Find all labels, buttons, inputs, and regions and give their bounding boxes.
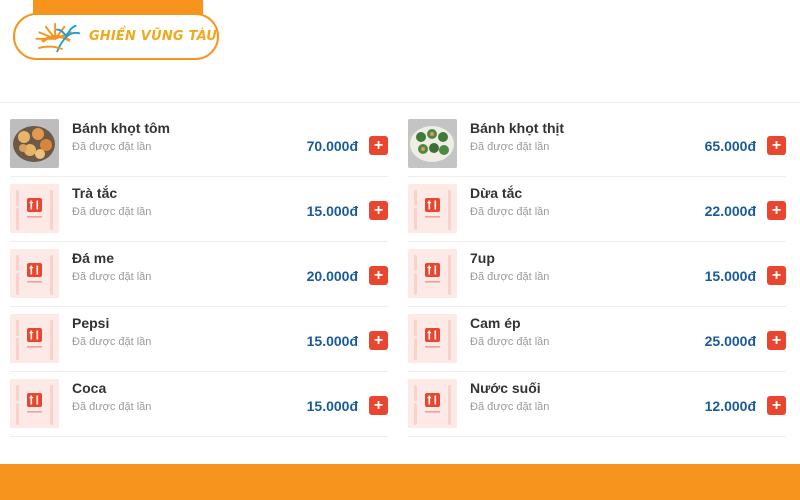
food-photo <box>408 119 457 168</box>
item-price: 65.000đ <box>704 138 756 154</box>
plus-icon: + <box>771 201 782 219</box>
item-price: 22.000đ <box>704 203 756 219</box>
item-price: 70.000đ <box>306 138 358 154</box>
menu-item[interactable]: Trà tắc Đã được đặt lần 15.000đ + <box>10 177 388 242</box>
brand-logo[interactable]: GHIỀN VŨNG TÀU <box>13 13 219 60</box>
menu-item[interactable]: Coca Đã được đặt lần 15.000đ + <box>10 372 388 437</box>
plus-icon: + <box>373 331 384 349</box>
item-price: 15.000đ <box>704 268 756 284</box>
item-price: 20.000đ <box>306 268 358 284</box>
item-name[interactable]: Trà tắc <box>72 185 117 201</box>
header-divider <box>0 102 800 103</box>
utensils-placeholder-icon <box>408 184 457 233</box>
menu-item[interactable]: Đá me Đã được đặt lần 20.000đ + <box>10 242 388 307</box>
add-to-cart-button[interactable]: + <box>767 396 786 415</box>
plus-icon: + <box>373 201 384 219</box>
menu-item[interactable]: Cam ép Đã được đặt lần 25.000đ + <box>408 307 786 372</box>
plus-icon: + <box>771 266 782 284</box>
menu-grid: Bánh khọt tôm Đã được đặt lần 70.000đ + Bánh… <box>10 112 790 437</box>
utensils-placeholder-icon <box>408 314 457 363</box>
menu-item[interactable]: Bánh khọt tôm Đã được đặt lần 70.000đ + <box>10 112 388 177</box>
item-name[interactable]: Bánh khọt thịt <box>470 120 564 136</box>
item-price: 15.000đ <box>306 203 358 219</box>
item-name[interactable]: Coca <box>72 380 106 396</box>
order-count-label: Đã được đặt lần <box>470 271 550 283</box>
utensils-placeholder-icon <box>408 379 457 428</box>
item-name[interactable]: 7up <box>470 250 495 266</box>
item-price: 15.000đ <box>306 333 358 349</box>
menu-item[interactable]: 7up Đã được đặt lần 15.000đ + <box>408 242 786 307</box>
menu-item[interactable]: Bánh khọt thịt Đã được đặt lần 65.000đ + <box>408 112 786 177</box>
plus-icon: + <box>771 136 782 154</box>
food-photo <box>10 119 59 168</box>
plus-icon: + <box>771 331 782 349</box>
add-to-cart-button[interactable]: + <box>767 136 786 155</box>
order-count-label: Đã được đặt lần <box>72 141 152 153</box>
item-name[interactable]: Cam ép <box>470 315 521 331</box>
item-price: 12.000đ <box>704 398 756 414</box>
add-to-cart-button[interactable]: + <box>369 136 388 155</box>
add-to-cart-button[interactable]: + <box>369 396 388 415</box>
footer-bar <box>0 464 800 500</box>
item-name[interactable]: Dừa tắc <box>470 185 522 201</box>
sunrise-palm-logo-icon <box>35 22 81 52</box>
item-price: 25.000đ <box>704 333 756 349</box>
add-to-cart-button[interactable]: + <box>369 331 388 350</box>
order-count-label: Đã được đặt lần <box>72 271 152 283</box>
brand-name: GHIỀN VŨNG TÀU <box>88 29 217 44</box>
utensils-placeholder-icon <box>408 249 457 298</box>
add-to-cart-button[interactable]: + <box>369 266 388 285</box>
plus-icon: + <box>771 396 782 414</box>
item-name[interactable]: Bánh khọt tôm <box>72 120 170 136</box>
order-count-label: Đã được đặt lần <box>470 206 550 218</box>
add-to-cart-button[interactable]: + <box>767 266 786 285</box>
order-count-label: Đã được đặt lần <box>470 401 550 413</box>
item-name[interactable]: Nước suối <box>470 380 541 396</box>
plus-icon: + <box>373 396 384 414</box>
order-count-label: Đã được đặt lần <box>72 336 152 348</box>
menu-item[interactable]: Dừa tắc Đã được đặt lần 22.000đ + <box>408 177 786 242</box>
plus-icon: + <box>373 266 384 284</box>
menu-item[interactable]: Pepsi Đã được đặt lần 15.000đ + <box>10 307 388 372</box>
top-accent-bar <box>33 0 203 14</box>
utensils-placeholder-icon <box>10 314 59 363</box>
add-to-cart-button[interactable]: + <box>767 201 786 220</box>
page: GHIỀN VŨNG TÀU Bánh khọt tôm Đã được đặt … <box>0 0 800 500</box>
order-count-label: Đã được đặt lần <box>470 141 550 153</box>
add-to-cart-button[interactable]: + <box>369 201 388 220</box>
plus-icon: + <box>373 136 384 154</box>
utensils-placeholder-icon <box>10 249 59 298</box>
menu-item[interactable]: Nước suối Đã được đặt lần 12.000đ + <box>408 372 786 437</box>
utensils-placeholder-icon <box>10 379 59 428</box>
item-name[interactable]: Pepsi <box>72 315 109 331</box>
order-count-label: Đã được đặt lần <box>470 336 550 348</box>
item-price: 15.000đ <box>306 398 358 414</box>
item-name[interactable]: Đá me <box>72 250 114 266</box>
utensils-placeholder-icon <box>10 184 59 233</box>
order-count-label: Đã được đặt lần <box>72 401 152 413</box>
add-to-cart-button[interactable]: + <box>767 331 786 350</box>
order-count-label: Đã được đặt lần <box>72 206 152 218</box>
